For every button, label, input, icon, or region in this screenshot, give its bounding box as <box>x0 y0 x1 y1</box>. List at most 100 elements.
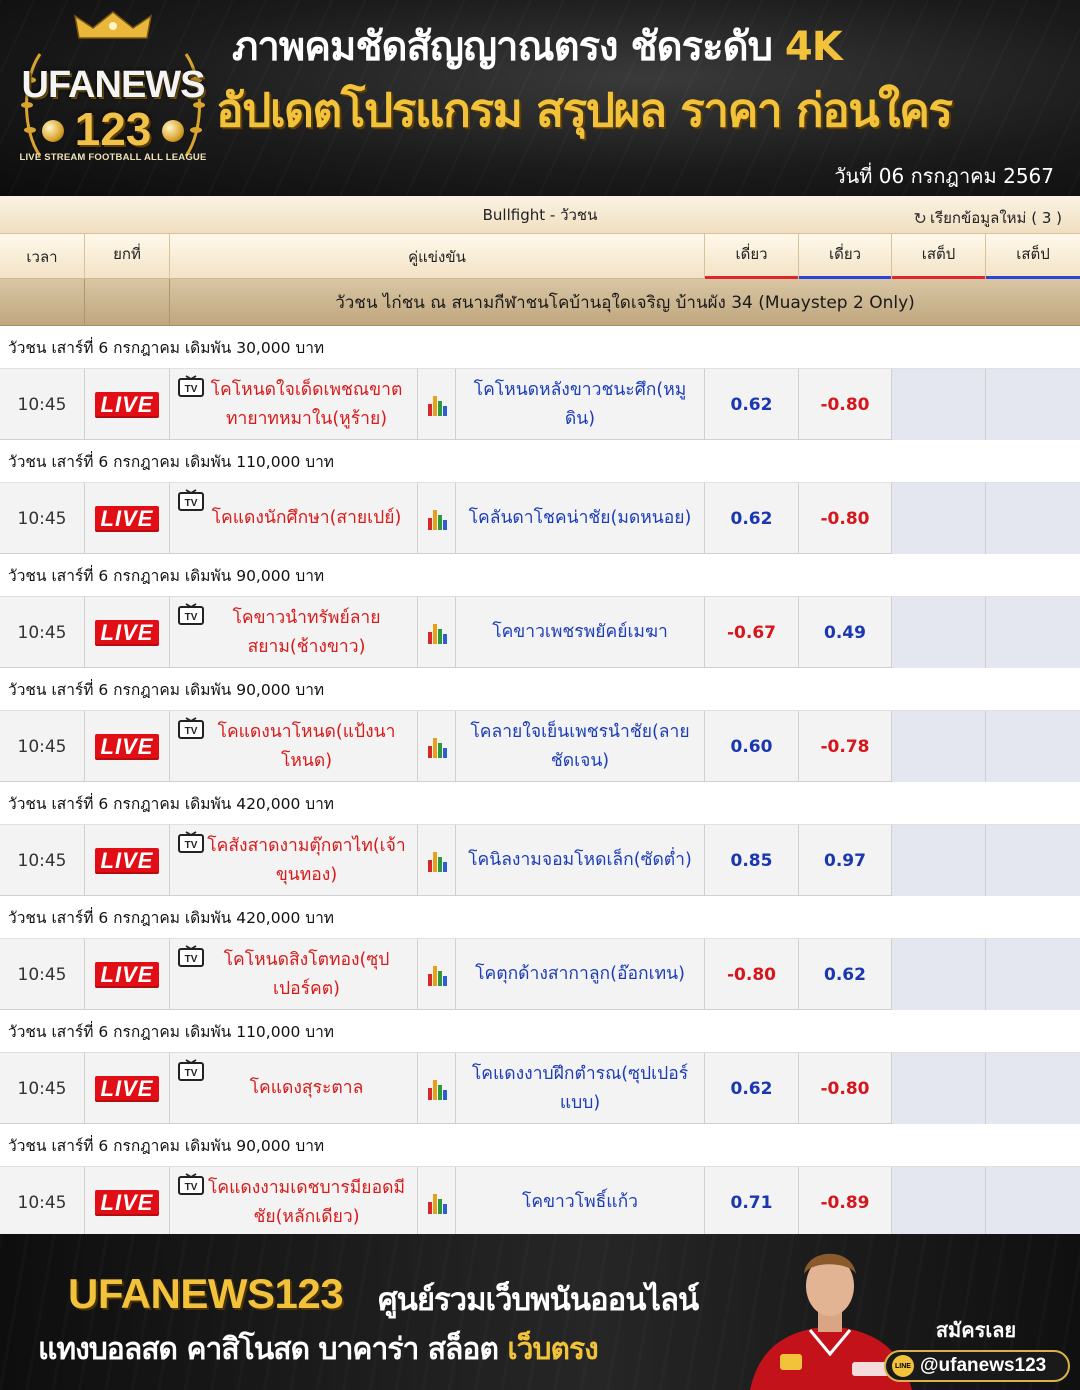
stats-cell <box>418 483 456 554</box>
odd-single-2-cell[interactable]: -0.89 <box>799 1167 892 1238</box>
venue-sep <box>0 279 85 326</box>
svg-text:TV: TV <box>185 1182 198 1193</box>
match-group-label: วัวชน เสาร์ที่ 6 กรกฎาคม เดิมพัน 30,000 … <box>8 338 325 357</box>
match-row[interactable]: 10:45 LIVE TV โคแดงงามเดชบารมียอดมีชัย(ห… <box>0 1167 1080 1238</box>
match-time: 10:45 <box>17 850 67 871</box>
match-group-label: วัวชน เสาร์ที่ 6 กรกฎาคม เดิมพัน 90,000 … <box>8 1136 325 1155</box>
line-contact-button[interactable]: LINE @ufanews123 <box>884 1350 1070 1382</box>
tv-icon[interactable]: TV <box>178 375 204 397</box>
live-cell: LIVE <box>85 939 170 1010</box>
home-team-name[interactable]: โคแดงนักศึกษา(สายเปย์) <box>176 504 412 533</box>
odd-single-1-cell[interactable]: 0.71 <box>705 1167 799 1238</box>
live-button[interactable]: LIVE <box>95 1075 159 1102</box>
live-button[interactable]: LIVE <box>95 619 159 646</box>
stats-chart-icon[interactable] <box>426 392 448 418</box>
live-button[interactable]: LIVE <box>95 961 159 988</box>
match-time: 10:45 <box>17 394 67 415</box>
odd-single-1-cell[interactable]: 0.60 <box>705 711 799 782</box>
odd-single-2: -0.89 <box>820 1192 870 1213</box>
ufanews-logo[interactable]: UFANEWS 123 LIVE STREAM FOOTBALL ALL LEA… <box>18 10 208 186</box>
home-team-name[interactable]: โคแดงงามเดชบารมียอดมีชัย(หลักเดียว) <box>170 1174 417 1232</box>
odd-single-2-cell[interactable]: 0.62 <box>799 939 892 1010</box>
home-team-name[interactable]: โคสังสาดงามตุ๊กตาไท(เจ้าขุนทอง) <box>170 832 417 890</box>
away-team-name[interactable]: โคลันดาโชคน่าชัย(มดหนอย) <box>457 504 704 533</box>
board-title: Bullfight - วัวชน <box>482 205 598 224</box>
home-team-name[interactable]: โคขาวนำทรัพย์ลายสยาม(ช้างขาว) <box>170 604 417 662</box>
headline-2: อัปเดตโปรแกรม สรุปผล ราคา ก่อนใคร <box>216 83 953 137</box>
odd-single-1-cell[interactable]: -0.67 <box>705 597 799 668</box>
match-row[interactable]: 10:45 LIVE TV โคโหนดสิงโตทอง(ซุปเปอร์คต)… <box>0 939 1080 1010</box>
live-button[interactable]: LIVE <box>95 505 159 532</box>
footer-line-2: แทงบอลสด คาสิโนสด บาคาร่า สล็อต เว็บตรง <box>38 1326 599 1373</box>
tv-icon[interactable]: TV <box>178 603 204 625</box>
live-button[interactable]: LIVE <box>95 847 159 874</box>
odd-single-1-cell[interactable]: -0.80 <box>705 939 799 1010</box>
live-button[interactable]: LIVE <box>95 391 159 418</box>
away-team-name[interactable]: โคแดงงาบฝึกตำรณ(ซุปเปอร์แบบ) <box>456 1060 704 1118</box>
match-group-header: วัวชน เสาร์ที่ 6 กรกฎาคม เดิมพัน 90,000 … <box>0 1124 1080 1167</box>
tv-icon[interactable]: TV <box>178 1173 204 1195</box>
odd-single-1-cell[interactable]: 0.62 <box>705 369 799 440</box>
odd-single-2-cell[interactable]: 0.97 <box>799 825 892 896</box>
refresh-button[interactable]: ↻ เรียกข้อมูลใหม่ ( 3 ) <box>914 206 1062 230</box>
tv-icon[interactable]: TV <box>178 489 204 511</box>
svg-text:TV: TV <box>185 840 198 851</box>
away-team-name[interactable]: โคนิลงามจอมโหดเล็ก(ซัดต่ำ) <box>456 846 704 875</box>
odd-single-2: -0.78 <box>820 736 870 757</box>
crown-icon <box>73 11 153 39</box>
match-group-label: วัวชน เสาร์ที่ 6 กรกฎาคม เดิมพัน 90,000 … <box>8 680 325 699</box>
away-team-name[interactable]: โคโหนดหลังขาวชนะศึก(หมูดิน) <box>456 376 704 434</box>
odd-single-2-cell[interactable]: -0.80 <box>799 483 892 554</box>
stats-cell <box>418 711 456 782</box>
match-row[interactable]: 10:45 LIVE TV โคแดงนักศึกษา(สายเปย์) โคล… <box>0 483 1080 554</box>
odd-single-1-cell[interactable]: 0.62 <box>705 1053 799 1124</box>
odd-single-1-cell[interactable]: 0.85 <box>705 825 799 896</box>
stats-chart-icon[interactable] <box>426 734 448 760</box>
match-row[interactable]: 10:45 LIVE TV โคโหนดใจเด็ดเพชณขาตทายาทหม… <box>0 369 1080 440</box>
away-team-name[interactable]: โคตุกด้างสากาลูก(อ๊อกเทน) <box>463 960 697 989</box>
odd-single-2-cell[interactable]: -0.80 <box>799 1053 892 1124</box>
away-team-name[interactable]: โคขาวโพธิ์แก้ว <box>510 1188 650 1217</box>
odd-single-2-cell[interactable]: -0.80 <box>799 369 892 440</box>
away-team-name[interactable]: โคลายใจเย็นเพชรนำชัย(ลายชัดเจน) <box>456 718 704 776</box>
match-group-header: วัวชน เสาร์ที่ 6 กรกฎาคม เดิมพัน 420,000… <box>0 896 1080 939</box>
home-team-name[interactable]: โคโหนดใจเด็ดเพชณขาตทายาทหมาใน(หูร้าย) <box>170 376 417 434</box>
step-2-cell <box>986 369 1080 440</box>
live-button[interactable]: LIVE <box>95 733 159 760</box>
column-step-1: เสต็ป <box>892 234 986 279</box>
away-team-cell: โคโหนดหลังขาวชนะศึก(หมูดิน) <box>456 369 705 440</box>
footer-line-2-text: แทงบอลสด คาสิโนสด บาคาร่า สล็อต <box>38 1332 499 1367</box>
stats-chart-icon[interactable] <box>426 848 448 874</box>
stats-chart-icon[interactable] <box>426 1190 448 1216</box>
away-team-cell: โคตุกด้างสากาลูก(อ๊อกเทน) <box>456 939 705 1010</box>
odd-single-1-cell[interactable]: 0.62 <box>705 483 799 554</box>
tv-icon[interactable]: TV <box>178 945 204 967</box>
live-button[interactable]: LIVE <box>95 1189 159 1216</box>
stats-chart-icon[interactable] <box>426 506 448 532</box>
tv-icon[interactable]: TV <box>178 831 204 853</box>
odd-single-1: -0.67 <box>727 622 776 643</box>
odd-single-2-cell[interactable]: 0.49 <box>799 597 892 668</box>
tv-icon[interactable]: TV <box>178 717 204 739</box>
live-cell: LIVE <box>85 597 170 668</box>
match-row[interactable]: 10:45 LIVE TV โคขาวนำทรัพย์ลายสยาม(ช้างข… <box>0 597 1080 668</box>
match-row[interactable]: 10:45 LIVE TV โคแดงนาโหนด(แป้งนาโหนด) โค… <box>0 711 1080 782</box>
stats-chart-icon[interactable] <box>426 620 448 646</box>
stats-chart-icon[interactable] <box>426 1076 448 1102</box>
away-team-cell: โคขาวเพชรพยัคย์เมฆา <box>456 597 705 668</box>
odd-single-2: -0.80 <box>820 1078 870 1099</box>
match-time: 10:45 <box>17 622 67 643</box>
column-time: เวลา <box>0 234 85 279</box>
away-team-name[interactable]: โคขาวเพชรพยัคย์เมฆา <box>480 618 680 647</box>
odd-single-2-cell[interactable]: -0.78 <box>799 711 892 782</box>
tv-icon[interactable]: TV <box>178 1059 204 1081</box>
signup-button[interactable]: สมัครเลย <box>920 1314 1032 1346</box>
column-step-2: เสต็ป <box>986 234 1080 279</box>
home-team-name[interactable]: โคแดงสุระตาล <box>214 1074 374 1103</box>
home-team-name[interactable]: โคโหนดสิงโตทอง(ซุปเปอร์คต) <box>170 946 417 1004</box>
match-row[interactable]: 10:45 LIVE TV โคแดงสุระตาล โคแดงงาบฝึกตำ… <box>0 1053 1080 1124</box>
home-team-name[interactable]: โคแดงนาโหนด(แป้งนาโหนด) <box>170 718 417 776</box>
match-time-cell: 10:45 <box>0 1167 85 1238</box>
stats-chart-icon[interactable] <box>426 962 448 988</box>
match-row[interactable]: 10:45 LIVE TV โคสังสาดงามตุ๊กตาไท(เจ้าขุ… <box>0 825 1080 896</box>
